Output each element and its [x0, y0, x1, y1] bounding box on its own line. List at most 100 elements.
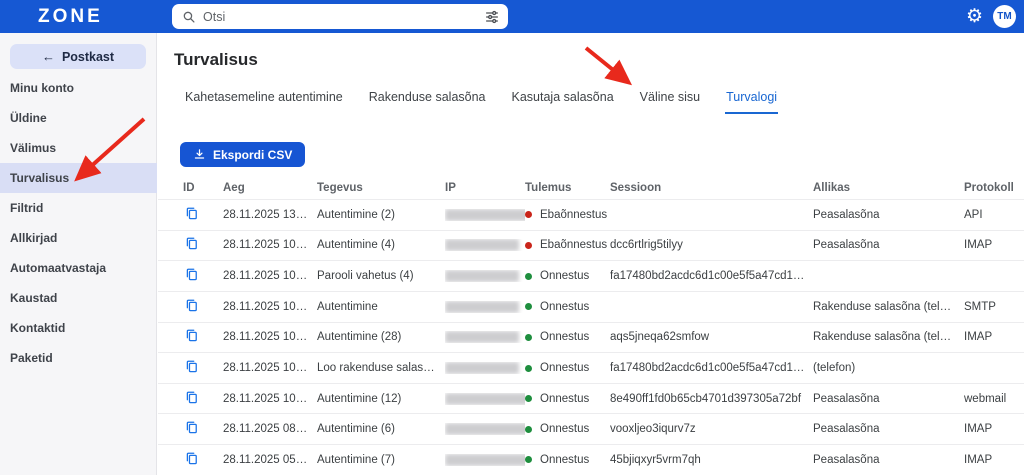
row-session: fa17480bd2acdc6d1c00e5f5a47cd1de: [610, 362, 806, 375]
copy-id-icon[interactable]: [183, 206, 199, 222]
row-protocol: SMTP: [964, 300, 996, 313]
sidebar-item-ldine[interactable]: Üldine: [0, 103, 157, 133]
export-csv-label: Ekspordi CSV: [213, 147, 293, 162]
sidebar-item-v-limus[interactable]: Välimus: [0, 133, 157, 163]
row-id-cell: [183, 359, 223, 377]
row-time: 28.11.2025 08:41: [223, 423, 312, 436]
column-header-protokoll: Protokoll: [964, 181, 1014, 194]
column-header-allikas: Allikas: [813, 181, 851, 194]
back-to-postkast-button[interactable]: ← Postkast: [10, 44, 146, 69]
row-event: Autentimine (4): [317, 239, 395, 252]
row-ip-redacted: [445, 208, 525, 221]
row-time: 28.11.2025 10:50: [223, 239, 312, 252]
result-label: Õnnestus: [540, 392, 590, 405]
row-event: Autentimine (12): [317, 392, 402, 405]
row-id-cell: [183, 298, 223, 316]
sidebar-item-paketid[interactable]: Paketid: [0, 343, 157, 373]
table-row: 28.11.2025 05:14 Autentimine (7) Õnnestus 4…: [158, 445, 1024, 475]
tab-v-line-sisu[interactable]: Väline sisu: [639, 88, 701, 112]
column-header-id: ID: [183, 181, 195, 194]
copy-id-icon[interactable]: [183, 236, 199, 252]
topbar-actions: ⚙ TM: [966, 0, 1016, 33]
search-bar[interactable]: [172, 4, 508, 29]
sidebar-item-turvalisus[interactable]: Turvalisus: [0, 163, 157, 193]
redacted-ip-blur: [445, 453, 525, 466]
row-source: (telefon): [813, 362, 856, 375]
row-result: Õnnestus: [525, 270, 610, 282]
settings-gear-icon[interactable]: ⚙: [966, 7, 983, 26]
sidebar-item-automaatvastaja[interactable]: Automaatvastaja: [0, 253, 157, 283]
copy-id-icon[interactable]: [183, 390, 199, 406]
result-label: Õnnestus: [540, 300, 590, 313]
row-event: Autentimine: [317, 300, 378, 313]
column-header-tegevus: Tegevus: [317, 181, 363, 194]
zone-logo[interactable]: ZONE: [38, 0, 103, 33]
row-time: 28.11.2025 10:24: [223, 392, 312, 405]
row-time: 28.11.2025 10:43: [223, 270, 312, 283]
sidebar-item-kaustad[interactable]: Kaustad: [0, 283, 157, 313]
row-time: 28.11.2025 10:40: [223, 300, 312, 313]
copy-id-icon[interactable]: [183, 359, 199, 375]
copy-id-icon[interactable]: [183, 451, 199, 467]
sidebar: ← Postkast Minu konto Üldine Välimus Turval…: [0, 33, 157, 475]
row-source: Peasalasõna: [813, 453, 880, 466]
row-event: Autentimine (28): [317, 331, 402, 344]
row-session: 8e490ff1fd0b65cb4701d397305a72bf: [610, 392, 802, 405]
copy-id-icon[interactable]: [183, 298, 199, 314]
column-header-sessioon: Sessioon: [610, 181, 662, 194]
row-source: Peasalasõna: [813, 239, 880, 252]
row-protocol: webmail: [964, 392, 1007, 405]
sidebar-item-allkirjad[interactable]: Allkirjad: [0, 223, 157, 253]
table-row: 28.11.2025 10:37 Loo rakenduse salasõna Õn…: [158, 353, 1024, 384]
copy-id-icon[interactable]: [183, 420, 199, 436]
result-label: Õnnestus: [540, 270, 590, 283]
row-event: Autentimine (7): [317, 453, 395, 466]
tab-turvalogi[interactable]: Turvalogi: [725, 88, 779, 114]
column-header-ip: IP: [445, 181, 456, 194]
copy-id-icon[interactable]: [183, 328, 199, 344]
export-csv-button[interactable]: Ekspordi CSV: [180, 142, 306, 167]
copy-id-icon[interactable]: [183, 267, 199, 283]
row-source: Peasalasõna: [813, 392, 880, 405]
redacted-ip-blur: [445, 208, 525, 221]
row-protocol: API: [964, 208, 983, 221]
row-id-cell: [183, 328, 223, 346]
row-id-cell: [183, 267, 223, 285]
row-event: Parooli vahetus (4): [317, 270, 414, 283]
result-label: Õnnestus: [540, 362, 590, 375]
sidebar-item-kontaktid[interactable]: Kontaktid: [0, 313, 157, 343]
result-label: Õnnestus: [540, 331, 590, 344]
row-result: Õnnestus: [525, 454, 610, 466]
row-result: Ebaõnnestus: [525, 239, 610, 251]
tab-kahetasemeline-autentimine[interactable]: Kahetasemeline autentimine: [184, 88, 344, 112]
column-header-tulemus: Tulemus: [525, 181, 572, 194]
redacted-ip-blur: [445, 392, 525, 405]
result-label: Õnnestus: [540, 453, 590, 466]
status-dot-success: [525, 272, 532, 280]
status-dot-success: [525, 395, 532, 403]
row-ip-redacted: [445, 270, 525, 283]
table-body: 28.11.2025 13:28 Autentimine (2) Ebaõnnest…: [158, 200, 1024, 475]
sidebar-item-minu-konto[interactable]: Minu konto: [0, 73, 157, 103]
result-label: Ebaõnnestus: [540, 239, 608, 252]
sidebar-menu: Minu konto Üldine Välimus Turvalisus Filtrid…: [0, 73, 157, 373]
row-session: vooxljeo3iqurv7z: [610, 423, 696, 436]
tab-rakenduse-salas-na[interactable]: Rakenduse salasõna: [368, 88, 487, 112]
row-result: Õnnestus: [525, 331, 610, 343]
row-id-cell: [183, 390, 223, 408]
row-time: 28.11.2025 10:37: [223, 362, 312, 375]
avatar[interactable]: TM: [993, 5, 1016, 28]
back-arrow-icon: ←: [41, 49, 55, 64]
tab-kasutaja-salas-na[interactable]: Kasutaja salasõna: [511, 88, 615, 112]
back-button-label: Postkast: [61, 49, 115, 64]
status-dot-success: [525, 364, 532, 372]
row-time: 28.11.2025 10:40: [223, 331, 312, 344]
sidebar-item-filtrid[interactable]: Filtrid: [0, 193, 157, 223]
table-row: 28.11.2025 10:50 Autentimine (4) Ebaõnnest…: [158, 231, 1024, 262]
search-input[interactable]: [203, 9, 484, 24]
row-event: Autentimine (2): [317, 208, 395, 221]
filter-tune-icon[interactable]: [484, 9, 500, 25]
row-id-cell: [183, 451, 223, 469]
row-protocol: IMAP: [964, 423, 993, 436]
row-result: Õnnestus: [525, 423, 610, 435]
